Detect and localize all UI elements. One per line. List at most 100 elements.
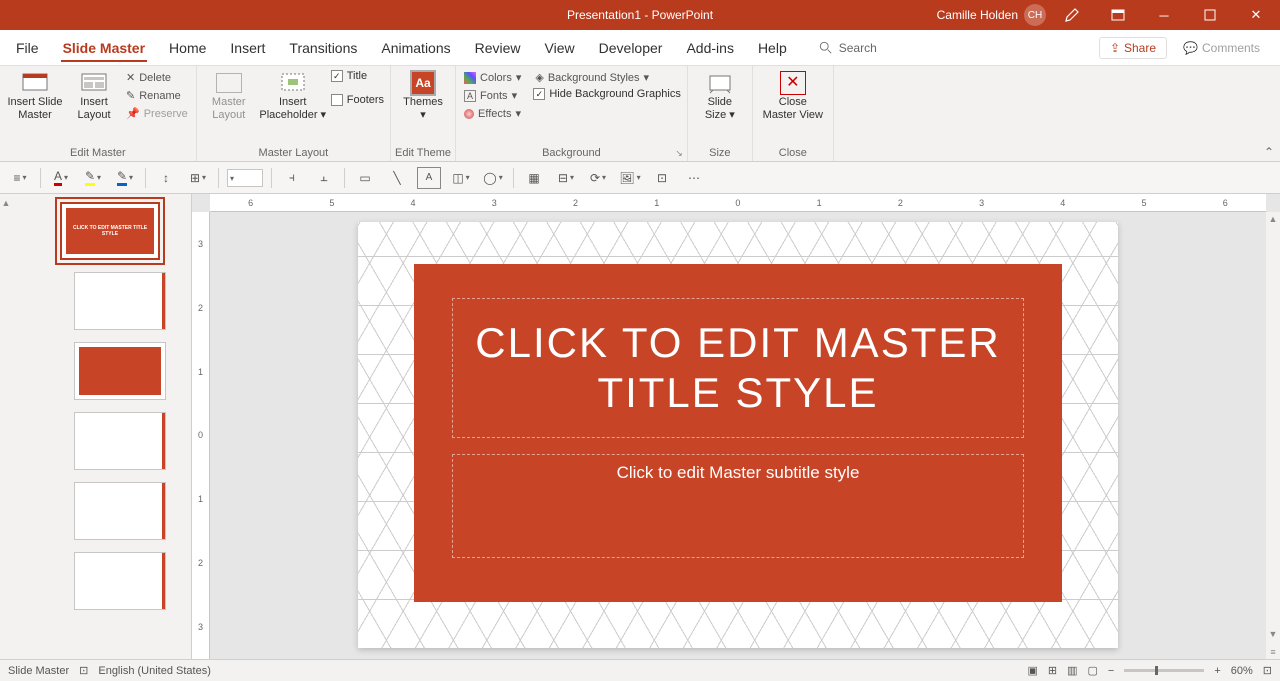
footers-chk-label: Footers	[347, 94, 384, 106]
preserve-button[interactable]: 📌Preserve	[124, 106, 190, 121]
layout-thumb[interactable]	[74, 552, 166, 610]
group-button[interactable]: ▦	[522, 167, 546, 189]
tab-file[interactable]: File	[4, 30, 51, 66]
align-right-button[interactable]: ⫠	[312, 167, 336, 189]
tab-help[interactable]: Help	[746, 30, 799, 66]
title-checkbox[interactable]: ✓Title	[331, 70, 384, 82]
hide-bg-checkbox[interactable]: ✓Hide Background Graphics	[533, 88, 680, 100]
insert-placeholder-button[interactable]: Insert Placeholder ▾	[259, 70, 327, 122]
ribbon-options-icon[interactable]	[1098, 0, 1138, 30]
tab-addins[interactable]: Add-ins	[674, 30, 745, 66]
group-background-label: Background	[456, 147, 687, 161]
sorter-view-icon[interactable]: ⊞	[1048, 664, 1057, 677]
collapse-ribbon-icon[interactable]: ⌃	[1264, 145, 1274, 159]
layout-thumb[interactable]	[74, 412, 166, 470]
tab-developer[interactable]: Developer	[587, 30, 675, 66]
checkbox-icon: ✓	[533, 88, 545, 100]
search-icon	[819, 41, 833, 55]
tab-animations[interactable]: Animations	[369, 30, 462, 66]
effects-button[interactable]: Effects ▾	[462, 106, 523, 121]
delete-label: Delete	[139, 72, 171, 84]
textbox-button[interactable]: A	[417, 167, 441, 189]
up-button[interactable]: ↕	[154, 167, 178, 189]
pen-icon[interactable]	[1052, 0, 1092, 30]
horizontal-ruler: 6543210123456	[210, 194, 1266, 212]
slide-size-button[interactable]: Slide Size ▾	[694, 70, 746, 122]
maximize-button[interactable]	[1190, 0, 1230, 30]
tab-transitions[interactable]: Transitions	[277, 30, 369, 66]
font-color-button[interactable]: A	[49, 167, 73, 189]
tab-home[interactable]: Home	[157, 30, 218, 66]
effects-icon	[464, 109, 474, 119]
slide-background: Click to edit Master title style Click t…	[414, 264, 1062, 602]
close-button[interactable]: ✕	[1236, 0, 1276, 30]
align-button[interactable]: ≡	[8, 167, 32, 189]
tab-review[interactable]: Review	[463, 30, 533, 66]
master-layout-btn-label: Master Layout	[212, 96, 246, 122]
footers-checkbox[interactable]: Footers	[331, 94, 384, 106]
tab-insert[interactable]: Insert	[218, 30, 277, 66]
shapes-button[interactable]: ◫	[449, 167, 473, 189]
thumb-scrollbar-left[interactable]: ▲	[0, 194, 12, 659]
rename-button[interactable]: ✎Rename	[124, 88, 190, 103]
slide-canvas[interactable]: Click to edit Master title style Click t…	[358, 222, 1118, 648]
avatar[interactable]: CH	[1024, 4, 1046, 26]
group-close: ✕ Close Master View Close	[753, 66, 834, 161]
group-size-label: Size	[688, 147, 752, 161]
normal-view-icon[interactable]: ▣	[1027, 664, 1037, 677]
insert-slide-master-button[interactable]: Insert Slide Master	[6, 70, 64, 122]
zoom-slider[interactable]	[1124, 669, 1204, 672]
delete-icon: ✕	[126, 71, 135, 84]
user-name[interactable]: Camille Holden	[937, 8, 1018, 22]
picture-button[interactable]: 🖼	[618, 167, 642, 189]
shape-circle-button[interactable]: ◯	[481, 167, 505, 189]
highlight-button[interactable]: ✎	[81, 167, 105, 189]
zoom-level[interactable]: 60%	[1231, 665, 1253, 677]
arrange-button[interactable]: ⊞	[186, 167, 210, 189]
edit-pane: 6543210123456 3210123 Click to edit Mast…	[192, 194, 1280, 659]
close-master-icon: ✕	[780, 71, 806, 95]
more-button[interactable]: ⋯	[682, 167, 706, 189]
tab-view[interactable]: View	[533, 30, 587, 66]
dialog-launcher-icon[interactable]: ↘	[675, 148, 683, 159]
slide-master-thumb[interactable]: CLICK TO EDIT MASTER TITLESTYLE	[60, 202, 160, 260]
fonts-button[interactable]: AFonts ▾	[462, 88, 523, 103]
group-edit-theme-label: Edit Theme	[391, 147, 455, 161]
fill-color[interactable]	[227, 169, 263, 187]
colors-button[interactable]: Colors ▾	[462, 70, 523, 85]
align-left-button[interactable]: ⫞	[280, 167, 304, 189]
tab-slide-master[interactable]: Slide Master	[51, 30, 157, 66]
close-master-view-button[interactable]: ✕ Close Master View	[759, 70, 827, 122]
themes-label: Themes▾	[403, 96, 443, 122]
delete-button[interactable]: ✕ Delete	[124, 70, 190, 85]
fit-window-icon[interactable]: ⊡	[1263, 664, 1272, 677]
zoom-out-button[interactable]: −	[1108, 665, 1114, 677]
themes-button[interactable]: Aa Themes▾	[397, 70, 449, 122]
search[interactable]: Search	[799, 41, 877, 55]
merge-button[interactable]: ⟳	[586, 167, 610, 189]
ungroup-button[interactable]: ⊟	[554, 167, 578, 189]
layout-thumb[interactable]	[74, 342, 166, 400]
minimize-button[interactable]: ─	[1144, 0, 1184, 30]
window-title: Presentation1 - PowerPoint	[567, 8, 713, 22]
shape-rect-button[interactable]: ▭	[353, 167, 377, 189]
zoom-in-button[interactable]: +	[1214, 665, 1220, 677]
effects-label: Effects	[478, 108, 511, 120]
comments-button[interactable]: 💬 Comments	[1175, 38, 1268, 58]
reading-view-icon[interactable]: ▥	[1067, 664, 1077, 677]
title-placeholder[interactable]: Click to edit Master title style	[452, 298, 1024, 438]
share-button[interactable]: ⇪ Share	[1099, 37, 1167, 59]
layout-thumb[interactable]	[74, 482, 166, 540]
bg-styles-button[interactable]: ◈Background Styles ▾	[533, 70, 680, 85]
layout-thumb[interactable]	[74, 272, 166, 330]
outline-button[interactable]: ✎	[113, 167, 137, 189]
accessibility-icon[interactable]: ⊡	[79, 664, 88, 677]
slideshow-view-icon[interactable]: ▢	[1087, 664, 1097, 677]
preserve-label: Preserve	[144, 108, 188, 120]
subtitle-placeholder[interactable]: Click to edit Master subtitle style	[452, 454, 1024, 558]
status-language[interactable]: English (United States)	[98, 665, 211, 677]
insert-layout-button[interactable]: Insert Layout	[68, 70, 120, 122]
selection-button[interactable]: ⊡	[650, 167, 674, 189]
vertical-scrollbar[interactable]: ▲▼≡	[1266, 212, 1280, 659]
shape-line-button[interactable]: ╲	[385, 167, 409, 189]
